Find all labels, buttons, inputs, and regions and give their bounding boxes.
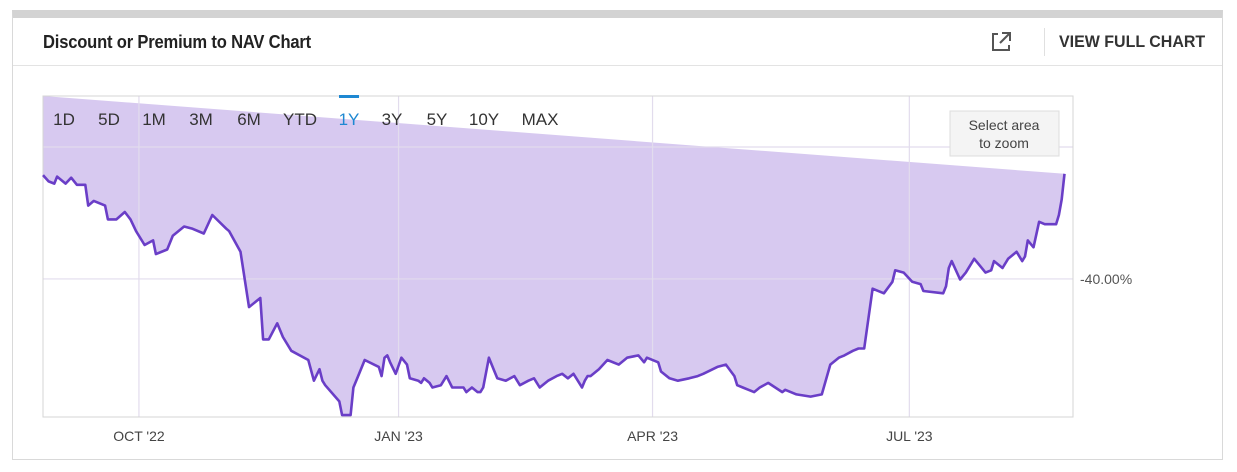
range-button-3m[interactable]: 3M (189, 110, 213, 129)
y-tick-label: -40.00% (1080, 271, 1132, 287)
x-tick-label: OCT '22 (113, 428, 165, 444)
range-button-label: YTD (283, 110, 317, 129)
range-button-label: 3Y (382, 110, 403, 129)
range-button-label: 10Y (469, 110, 499, 129)
range-button-label: 1D (53, 110, 75, 129)
range-button-10y[interactable]: 10Y (469, 110, 499, 129)
zoom-hint-text: to zoom (979, 135, 1029, 151)
range-button-label: 3M (189, 110, 213, 129)
range-button-label: 1M (142, 110, 166, 129)
range-button-ytd[interactable]: YTD (283, 110, 317, 129)
range-button-label: MAX (522, 110, 559, 129)
selected-indicator (339, 95, 359, 98)
range-button-label: 6M (237, 110, 261, 129)
x-tick-label: JAN '23 (374, 428, 423, 444)
range-button-3y[interactable]: 3Y (382, 110, 403, 129)
last-value-label: -24.66% (1091, 0, 1144, 3)
range-button-label: 5Y (427, 110, 448, 129)
range-button-label: 1Y (339, 110, 360, 129)
range-button-1d[interactable]: 1D (53, 110, 75, 129)
range-button-5y[interactable]: 5Y (427, 110, 448, 129)
x-tick-label: JUL '23 (886, 428, 933, 444)
range-button-6m[interactable]: 6M (237, 110, 261, 129)
range-button-1m[interactable]: 1M (142, 110, 166, 129)
zoom-hint-text: Select area (969, 117, 1040, 133)
x-tick-label: APR '23 (627, 428, 678, 444)
range-button-label: 5D (98, 110, 120, 129)
range-button-5d[interactable]: 5D (98, 110, 120, 129)
chart-canvas[interactable]: OCT '22 JAN '23 APR '23 JUL '23 -40.00% -24.6… (0, 0, 1237, 472)
range-button-max[interactable]: MAX (522, 110, 559, 129)
